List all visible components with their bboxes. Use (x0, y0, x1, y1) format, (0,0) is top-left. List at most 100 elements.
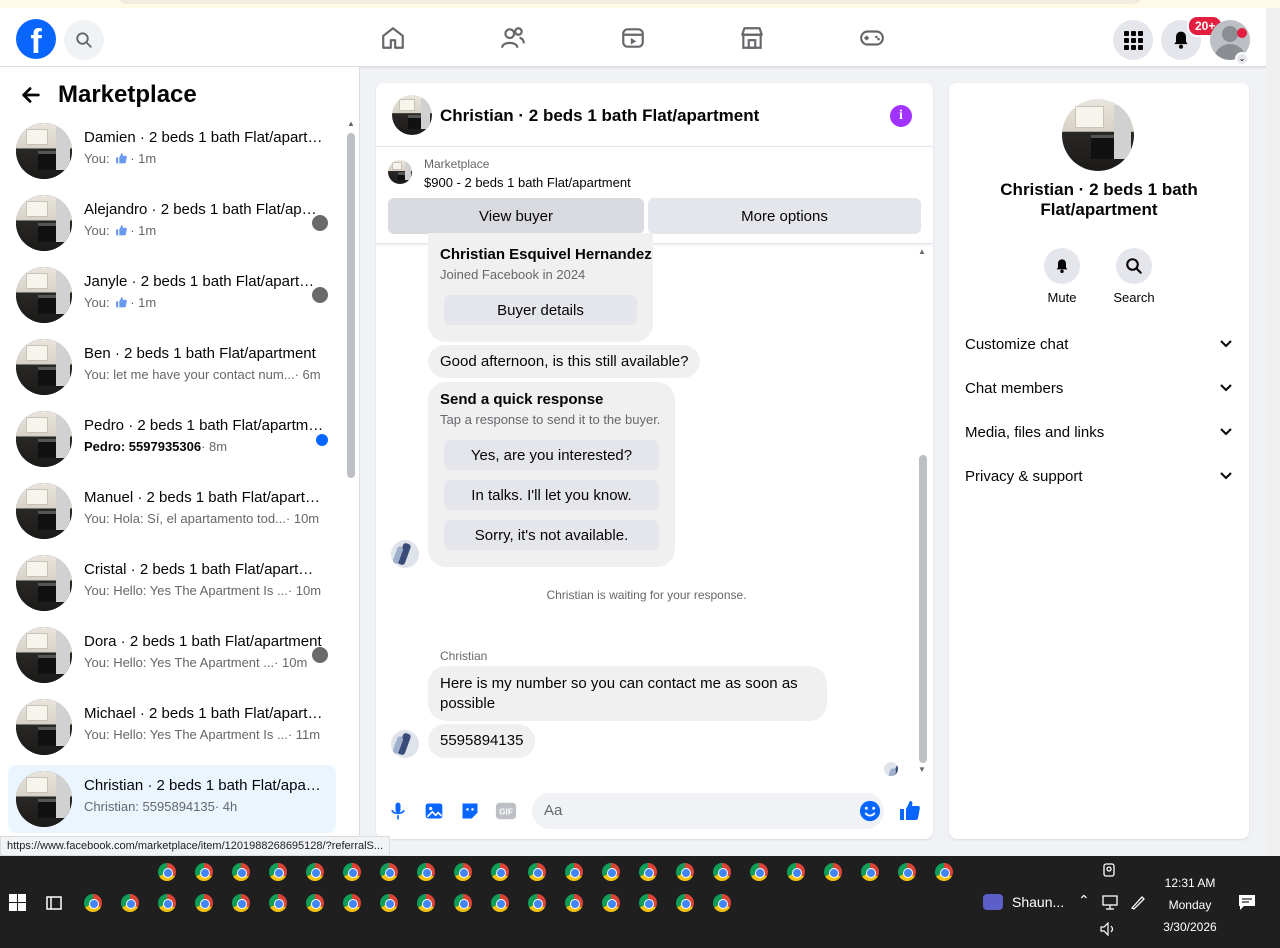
details-section-row[interactable]: Customize chat (965, 322, 1233, 366)
chat-scrollbar[interactable] (919, 455, 927, 763)
taskbar-clock[interactable]: 12:31 AM Monday 3/30/2026 (1150, 872, 1230, 938)
chrome-window-icon[interactable] (380, 894, 398, 912)
chrome-window-icon[interactable] (639, 894, 657, 912)
conversation-item[interactable]: Ben · 2 beds 1 bath Flat/apartment You: l… (8, 333, 336, 401)
message-input[interactable]: Aa (532, 793, 884, 829)
quick-reply-button[interactable]: Sorry, it's not available. (444, 520, 659, 550)
chrome-window-icon[interactable] (639, 863, 657, 881)
chrome-window-icon[interactable] (380, 863, 398, 881)
buyer-avatar[interactable] (391, 540, 419, 568)
listing-price-title[interactable]: $900 - 2 beds 1 bath Flat/apartment (424, 175, 631, 190)
chrome-window-icon[interactable] (306, 894, 324, 912)
marketplace-nav-button[interactable] (736, 22, 768, 54)
chrome-window-icon[interactable] (343, 863, 361, 881)
chat-scroll-down-icon[interactable]: ▼ (918, 765, 926, 774)
chrome-window-icon[interactable] (824, 863, 842, 881)
back-arrow-icon[interactable] (20, 84, 42, 106)
chrome-window-icon[interactable] (269, 894, 287, 912)
chrome-window-icon[interactable] (343, 894, 361, 912)
gif-button[interactable]: GIF (494, 799, 518, 823)
conversation-item[interactable]: Christian · 2 beds 1 bath Flat/apartment… (8, 765, 336, 833)
facebook-logo[interactable]: f (16, 19, 56, 59)
send-like-button[interactable] (898, 799, 922, 823)
chrome-window-icon[interactable] (602, 894, 620, 912)
emoji-button[interactable] (858, 799, 882, 823)
chrome-window-icon[interactable] (713, 863, 731, 881)
chrome-window-icon[interactable] (195, 863, 213, 881)
chat-title[interactable]: Christian · 2 beds 1 bath Flat/apartment (440, 106, 759, 126)
chrome-window-icon[interactable] (417, 894, 435, 912)
task-view-icon[interactable] (45, 894, 63, 912)
chrome-window-icon[interactable] (84, 894, 102, 912)
quick-reply-button[interactable]: In talks. I'll let you know. (444, 480, 659, 510)
network-icon[interactable] (1101, 894, 1119, 910)
account-chevron-icon[interactable]: ⌄ (1235, 52, 1249, 66)
buyer-avatar[interactable] (391, 730, 419, 758)
conversation-item[interactable]: Dora · 2 beds 1 bath Flat/apartment You: … (8, 621, 336, 689)
listing-thumbnail[interactable] (392, 95, 432, 135)
details-section-row[interactable]: Media, files and links (965, 410, 1233, 454)
camera-icon[interactable] (1102, 862, 1116, 878)
volume-icon[interactable] (1100, 922, 1116, 936)
pen-icon[interactable] (1129, 894, 1147, 910)
chrome-window-icon[interactable] (491, 863, 509, 881)
scroll-up-arrow-icon[interactable]: ▲ (347, 119, 355, 128)
search-action[interactable]: Search (1104, 248, 1164, 305)
sidebar-scrollbar[interactable] (347, 133, 355, 478)
windows-start-icon[interactable] (9, 894, 26, 911)
chrome-window-icon[interactable] (306, 863, 324, 881)
taskbar-app-label[interactable]: Shaun... (1012, 894, 1064, 910)
conversation-item[interactable]: Damien · 2 beds 1 bath Flat/apartment You… (8, 117, 336, 185)
chrome-window-icon[interactable] (676, 863, 694, 881)
details-section-row[interactable]: Privacy & support (965, 454, 1233, 498)
buyer-details-button[interactable]: Buyer details (444, 295, 637, 325)
chrome-window-icon[interactable] (750, 863, 768, 881)
details-section-row[interactable]: Chat members (965, 366, 1233, 410)
voice-clip-button[interactable] (386, 799, 410, 823)
tray-chevron-icon[interactable]: ⌃ (1078, 892, 1090, 909)
conversation-item[interactable]: Cristal · 2 beds 1 bath Flat/apartment Yo… (8, 549, 336, 617)
conversation-item[interactable]: Alejandro · 2 beds 1 bath Flat/apartment… (8, 189, 336, 257)
zoom-app-icon[interactable] (983, 894, 1003, 910)
video-nav-button[interactable] (617, 22, 649, 54)
conversation-item[interactable]: Pedro · 2 beds 1 bath Flat/apartment Pedr… (8, 405, 336, 473)
more-options-button[interactable]: More options (648, 198, 921, 234)
chrome-window-icon[interactable] (602, 863, 620, 881)
chrome-window-icon[interactable] (528, 863, 546, 881)
chrome-window-icon[interactable] (713, 894, 731, 912)
attach-photo-button[interactable] (422, 799, 446, 823)
chrome-window-icon[interactable] (454, 894, 472, 912)
action-center-icon[interactable] (1238, 894, 1256, 911)
chat-scroll-up-icon[interactable]: ▲ (918, 247, 926, 256)
menu-button[interactable] (1113, 20, 1153, 60)
search-button[interactable] (64, 20, 104, 60)
chrome-window-icon[interactable] (195, 894, 213, 912)
sticker-button[interactable] (458, 799, 482, 823)
chrome-window-icon[interactable] (417, 863, 435, 881)
info-icon[interactable]: i (890, 105, 912, 127)
window-scrollbar[interactable] (1266, 8, 1280, 856)
chrome-window-icon[interactable] (565, 863, 583, 881)
chrome-window-icon[interactable] (158, 894, 176, 912)
chrome-window-icon[interactable] (232, 894, 250, 912)
chrome-window-icon[interactable] (121, 894, 139, 912)
home-nav-button[interactable] (377, 22, 409, 54)
mute-action[interactable]: Mute (1032, 248, 1092, 305)
conversation-item[interactable]: Michael · 2 beds 1 bath Flat/apartment Yo… (8, 693, 336, 761)
chrome-window-icon[interactable] (528, 894, 546, 912)
chrome-window-icon[interactable] (232, 863, 250, 881)
chrome-window-icon[interactable] (676, 894, 694, 912)
friends-nav-button[interactable] (497, 22, 529, 54)
chrome-window-icon[interactable] (935, 863, 953, 881)
chrome-window-icon[interactable] (787, 863, 805, 881)
chrome-window-icon[interactable] (454, 863, 472, 881)
chrome-window-icon[interactable] (158, 863, 176, 881)
chrome-window-icon[interactable] (565, 894, 583, 912)
conversation-item[interactable]: Manuel · 2 beds 1 bath Flat/apartment You… (8, 477, 336, 545)
conversation-item[interactable]: Janyle · 2 beds 1 bath Flat/apartment You… (8, 261, 336, 329)
chrome-window-icon[interactable] (861, 863, 879, 881)
chrome-window-icon[interactable] (491, 894, 509, 912)
chrome-window-icon[interactable] (898, 863, 916, 881)
view-buyer-button[interactable]: View buyer (388, 198, 644, 234)
quick-reply-button[interactable]: Yes, are you interested? (444, 440, 659, 470)
